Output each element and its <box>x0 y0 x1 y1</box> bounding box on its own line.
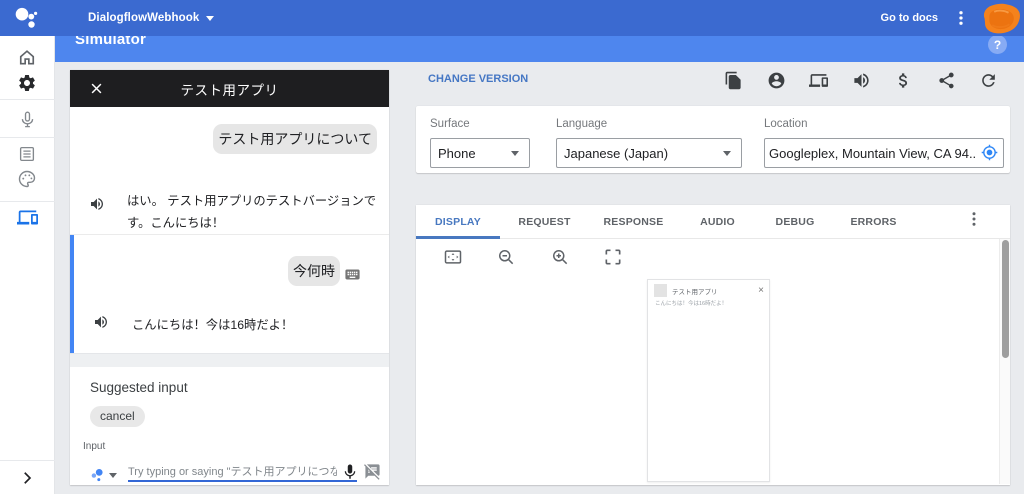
location-value: Googleplex, Mountain View, CA 94.. <box>769 145 977 161</box>
project-switcher[interactable]: DialogflowWebhook <box>88 0 215 36</box>
nav-invocation-button[interactable] <box>15 107 39 131</box>
conversation-turn-active: 今何時 こんにちは！今は16時だよ！ <box>70 235 389 353</box>
palette-icon <box>18 170 36 188</box>
more-vert-icon[interactable] <box>965 210 983 228</box>
nav-directory-button[interactable] <box>15 142 39 166</box>
suggested-input-title: Suggested input <box>90 380 188 395</box>
conversation-header: テスト用アプリ <box>70 70 389 107</box>
article-icon <box>19 146 35 162</box>
devices-icon[interactable] <box>809 71 828 90</box>
zoom-in-icon[interactable] <box>550 247 570 267</box>
scrollbar[interactable] <box>999 239 1010 484</box>
volume-up-icon[interactable] <box>852 71 871 90</box>
conversation-title: テスト用アプリ <box>180 82 279 98</box>
location-label: Location <box>764 118 808 130</box>
tab-response[interactable]: RESPONSE <box>589 205 678 239</box>
settings-gear-icon <box>19 75 35 91</box>
user-query-bubble: テスト用アプリについて <box>213 124 377 154</box>
nav-simulator-button[interactable] <box>15 205 39 229</box>
devices-icon <box>16 210 38 224</box>
nav-divider <box>0 201 55 202</box>
more-vert-icon[interactable] <box>952 9 970 27</box>
tab-errors[interactable]: ERRORS <box>833 205 914 239</box>
tab-display[interactable]: DISPLAY <box>416 205 500 239</box>
zoom-out-icon[interactable] <box>496 247 516 267</box>
nav-divider <box>0 99 55 100</box>
scrollbar-thumb[interactable] <box>1002 240 1009 358</box>
account-circle-icon[interactable] <box>767 71 786 90</box>
preview-message: こんにちは！今は16時だよ！ <box>655 301 728 307</box>
input-label: Input <box>83 441 106 452</box>
mic-icon <box>21 111 33 127</box>
my-location-icon[interactable] <box>981 144 998 161</box>
app-bar: DialogflowWebhook Go to docs <box>0 0 1024 36</box>
go-to-docs-link[interactable]: Go to docs <box>881 12 938 24</box>
response-tabs-card: DISPLAY REQUEST RESPONSE AUDIO DEBUG ERR… <box>416 205 1010 485</box>
query-input-row: Input <box>70 441 389 489</box>
chevron-down-icon[interactable] <box>109 473 117 478</box>
help-button[interactable]: ? <box>988 36 1007 54</box>
surface-label: Surface <box>430 118 470 130</box>
display-preview-phone: テスト用アプリ × こんにちは！今は16時だよ！ <box>647 279 770 482</box>
preview-title: テスト用アプリ <box>672 288 718 296</box>
language-label: Language <box>556 118 608 130</box>
suggested-input-section: Suggested input cancel <box>70 367 389 427</box>
refresh-icon[interactable] <box>979 71 998 90</box>
section-gap <box>70 353 389 367</box>
language-value: Japanese (Japan) <box>564 145 669 161</box>
tab-bar: DISPLAY REQUEST RESPONSE AUDIO DEBUG ERR… <box>416 205 1010 239</box>
simulator-settings-form: Surface Phone Language Japanese (Japan) … <box>416 106 1010 173</box>
conversation-turn: テスト用アプリについて はい。 テスト用アプリのテストバージョンです。こんにちは… <box>70 107 389 234</box>
conversation-panel: テスト用アプリ テスト用アプリについて はい。 テスト用アプリのテストバージョン… <box>70 70 389 485</box>
project-name: DialogflowWebhook <box>88 12 200 24</box>
user-query-bubble: 今何時 <box>288 256 340 286</box>
speaker-notes-off-icon[interactable] <box>364 463 381 480</box>
tab-request[interactable]: REQUEST <box>500 205 589 239</box>
simulator-action-icons <box>724 71 998 90</box>
nav-settings-button[interactable] <box>15 71 39 95</box>
nav-divider <box>0 137 55 138</box>
display-toolbar <box>443 247 623 267</box>
mic-icon[interactable] <box>341 463 359 481</box>
assistant-response-text: はい。 テスト用アプリのテストバージョンです。こんにちは！ <box>127 194 377 230</box>
location-input[interactable]: Googleplex, Mountain View, CA 94.. <box>764 138 1004 168</box>
volume-up-icon[interactable] <box>93 314 109 330</box>
close-icon[interactable] <box>89 81 104 96</box>
page-header: Simulator ? <box>55 36 1024 62</box>
chevron-down-icon <box>723 150 731 156</box>
home-icon <box>19 50 35 65</box>
language-select[interactable]: Japanese (Japan) <box>556 138 742 168</box>
assistant-response-text: こんにちは！今は16時だよ！ <box>132 318 294 332</box>
copy-icon[interactable] <box>724 71 743 90</box>
chevron-down-icon <box>206 15 215 21</box>
query-input[interactable] <box>128 463 357 482</box>
chevron-right-icon <box>24 472 32 484</box>
share-icon[interactable] <box>937 71 956 90</box>
chevron-down-icon <box>511 150 519 156</box>
google-assistant-logo-icon <box>15 7 38 28</box>
nav-expand-button[interactable] <box>15 466 39 490</box>
avatar[interactable] <box>975 2 1021 35</box>
page-title: Simulator <box>75 36 146 48</box>
preview-close-icon[interactable]: × <box>758 285 764 296</box>
money-icon[interactable] <box>894 71 913 90</box>
nav-home-button[interactable] <box>15 45 39 69</box>
tab-audio[interactable]: AUDIO <box>678 205 757 239</box>
assistant-mini-logo-icon[interactable] <box>87 464 109 486</box>
active-tab-indicator <box>416 236 500 239</box>
nav-theme-button[interactable] <box>15 167 39 191</box>
crop-free-icon[interactable] <box>603 247 623 267</box>
surface-select[interactable]: Phone <box>430 138 530 168</box>
suggestion-chip-cancel[interactable]: cancel <box>90 406 145 427</box>
change-version-link[interactable]: CHANGE VERSION <box>428 73 528 85</box>
preview-app-icon <box>654 284 667 297</box>
tab-debug[interactable]: DEBUG <box>757 205 833 239</box>
surface-value: Phone <box>438 145 476 161</box>
keyboard-icon <box>345 269 360 279</box>
nav-rail <box>0 36 55 494</box>
volume-up-icon[interactable] <box>89 196 105 212</box>
fit-screen-icon[interactable] <box>443 247 463 267</box>
nav-divider <box>0 460 55 461</box>
